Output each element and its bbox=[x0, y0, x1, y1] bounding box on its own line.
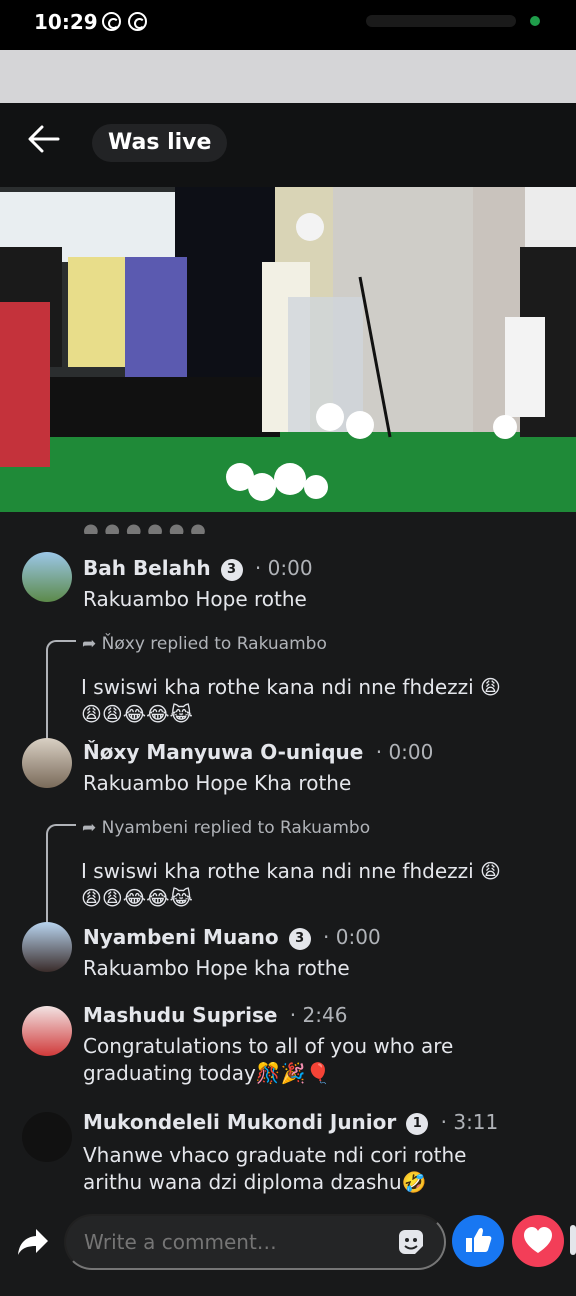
reply-indicator[interactable]: ➦ Ňøxy replied to Rakuambo bbox=[82, 634, 327, 654]
video-frame bbox=[0, 187, 576, 512]
video-player[interactable] bbox=[0, 187, 576, 512]
badge-icon: 1 bbox=[406, 1113, 429, 1135]
avatar[interactable] bbox=[22, 738, 72, 788]
reply-tag-text: Ňøxy replied to Rakuambo bbox=[101, 634, 327, 654]
avatar[interactable] bbox=[22, 1112, 72, 1162]
author-name[interactable]: Bah Belahh bbox=[83, 556, 211, 580]
status-bar: 10:29 bbox=[0, 0, 576, 50]
comment-text: Rakuambo Hope Kha rothe bbox=[83, 771, 352, 795]
video-header bbox=[0, 103, 576, 187]
status-time: 10:29 bbox=[34, 10, 98, 34]
back-arrow-icon[interactable] bbox=[26, 121, 62, 157]
status-icons bbox=[366, 15, 516, 27]
reply-indicator[interactable]: ➦ Nyambeni replied to Rakuambo bbox=[82, 818, 370, 838]
more-reactions-edge[interactable] bbox=[570, 1225, 576, 1255]
author-name[interactable]: Nyambeni Muano bbox=[83, 925, 279, 949]
comment-input[interactable] bbox=[64, 1214, 446, 1270]
whatsapp-icon bbox=[102, 12, 121, 31]
heart-icon bbox=[524, 1227, 552, 1253]
badge-icon: 3 bbox=[288, 928, 311, 950]
badge-icon: 3 bbox=[220, 559, 243, 581]
reply-text: I swiswi kha rothe kana ndi nne fhdezzi … bbox=[81, 675, 501, 726]
comments-panel: ● ● ● ● ● ● Bah Belahh 3 · 0:00 Rakuambo … bbox=[0, 512, 576, 1212]
thread-line bbox=[46, 824, 76, 924]
thread-line bbox=[46, 640, 76, 740]
like-icon bbox=[466, 1227, 492, 1252]
reply-tag-text: Nyambeni replied to Rakuambo bbox=[101, 818, 371, 838]
reply-text: I swiswi kha rothe kana ndi nne fhdezzi … bbox=[81, 859, 501, 910]
avatar[interactable] bbox=[22, 552, 72, 602]
comment-author[interactable]: Nyambeni Muano 3 · 0:00 bbox=[83, 925, 381, 950]
author-name[interactable]: Mukondeleli Mukondi Junior bbox=[83, 1110, 396, 1134]
comment-text: Congratulations to all of you who are gr… bbox=[83, 1034, 454, 1085]
comment-text: Rakuambo Hope kha rothe bbox=[83, 956, 350, 980]
clipped-emoji-row: ● ● ● ● ● ● bbox=[83, 520, 206, 534]
comment-time: 0:00 bbox=[335, 925, 381, 949]
comment-author[interactable]: Mukondeleli Mukondi Junior 1 · 3:11 bbox=[83, 1110, 498, 1135]
overlay-bar bbox=[0, 50, 576, 103]
comment-time: 0:00 bbox=[267, 556, 313, 580]
avatar[interactable] bbox=[22, 1006, 72, 1056]
comment-time: 2:46 bbox=[302, 1003, 348, 1027]
comment-time: 3:11 bbox=[453, 1110, 499, 1134]
comment-text: Vhanwe vhaco graduate ndi cori rothe ari… bbox=[83, 1143, 467, 1194]
sticker-icon[interactable] bbox=[397, 1228, 425, 1256]
comment-author[interactable]: Mashudu Suprise · 2:46 bbox=[83, 1003, 347, 1027]
like-button[interactable] bbox=[452, 1215, 504, 1267]
was-live-label: Was live bbox=[92, 124, 228, 162]
whatsapp-icon bbox=[128, 12, 147, 31]
avatar[interactable] bbox=[22, 922, 72, 972]
share-icon[interactable] bbox=[16, 1227, 50, 1257]
comment-text: Rakuambo Hope rothe bbox=[83, 587, 307, 611]
author-name[interactable]: Ňøxy Manyuwa O-unique bbox=[83, 740, 363, 764]
author-name[interactable]: Mashudu Suprise bbox=[83, 1003, 277, 1027]
comment-author[interactable]: Ňøxy Manyuwa O-unique · 0:00 bbox=[83, 740, 433, 764]
comment-author[interactable]: Bah Belahh 3 · 0:00 bbox=[83, 556, 313, 581]
love-button[interactable] bbox=[512, 1215, 564, 1267]
comment-time: 0:00 bbox=[388, 740, 434, 764]
status-dot-icon bbox=[530, 16, 540, 26]
